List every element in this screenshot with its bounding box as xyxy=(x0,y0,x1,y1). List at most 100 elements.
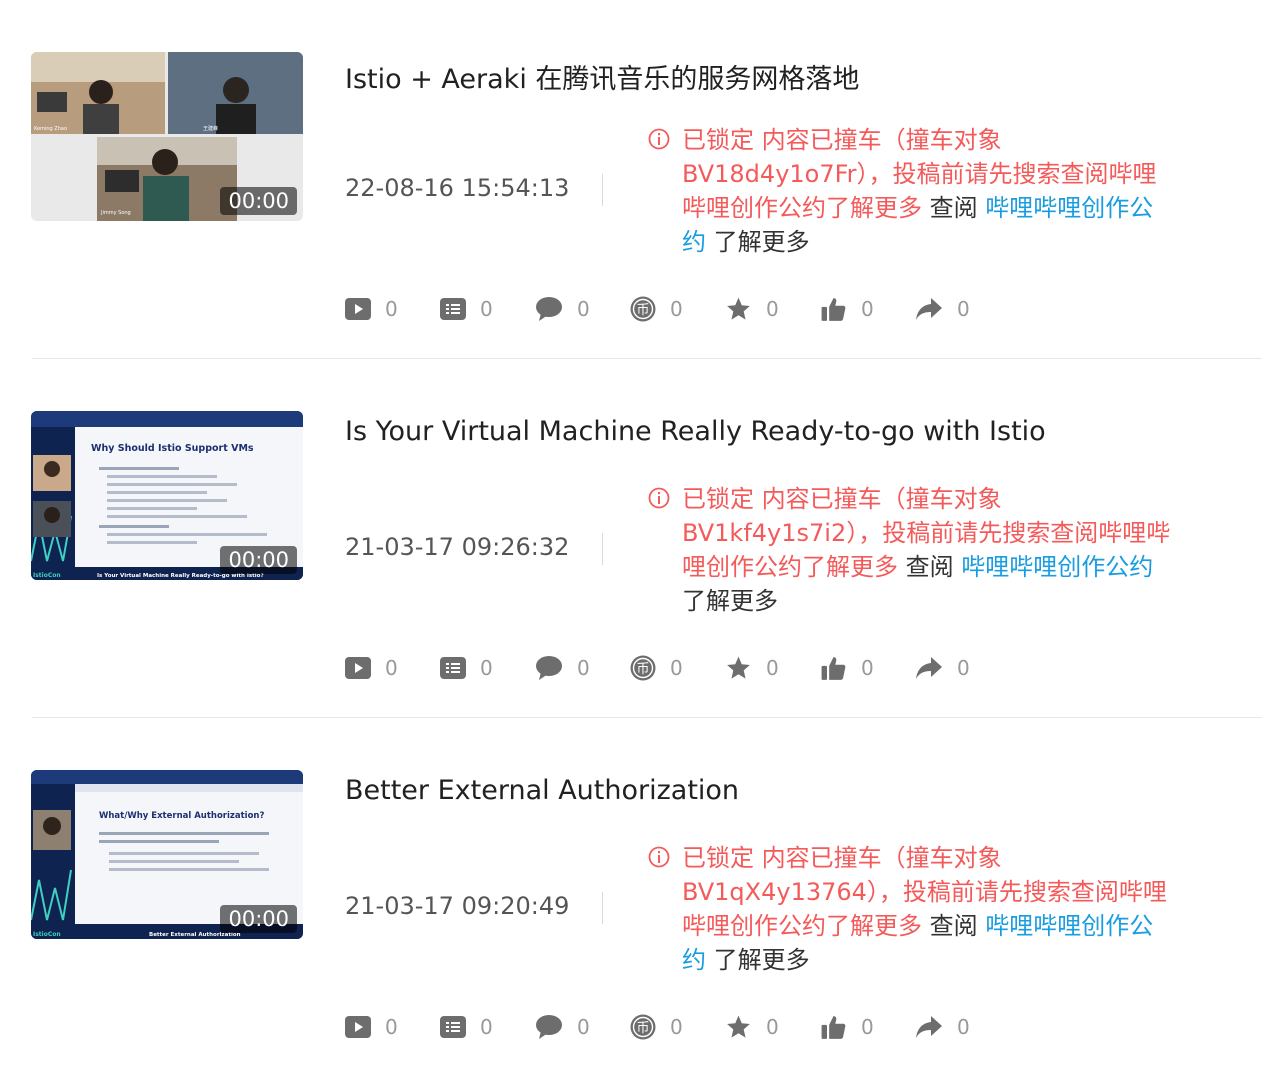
stat-coin: 币 0 xyxy=(630,653,725,683)
publish-time: 21-03-17 09:26:32 xyxy=(345,533,570,561)
share-count: 0 xyxy=(957,656,970,680)
notice-more-text: 了解更多 xyxy=(706,228,810,256)
stat-like: 0 xyxy=(820,653,915,683)
slide-title: Why Should Istio Support VMs xyxy=(91,443,254,454)
separator xyxy=(602,892,603,924)
star-icon xyxy=(727,656,750,679)
separator xyxy=(602,533,603,565)
comment-icon xyxy=(536,656,562,680)
thumbs-up-icon xyxy=(821,1016,846,1039)
slide-title: What/Why External Authorization? xyxy=(99,811,264,821)
stat-coin: 币 0 xyxy=(630,1012,725,1042)
video-duration: 00:00 xyxy=(220,187,297,215)
play-count-icon xyxy=(345,657,371,679)
publish-time: 22-08-16 15:54:13 xyxy=(345,174,570,202)
participant-label: Jimmy Song xyxy=(100,210,131,216)
star-icon xyxy=(727,297,750,320)
video-thumbnail[interactable]: Why Should Istio Support VMs IstioCon Is… xyxy=(31,411,303,580)
stat-danmaku: 0 xyxy=(440,1012,535,1042)
locked-notice: 已锁定 内容已撞车（撞车对象 BV1qX4y13764），投稿前请先搜索查阅哔哩… xyxy=(648,841,1176,977)
coin-count: 0 xyxy=(670,656,683,680)
share-icon xyxy=(916,1016,942,1038)
video-title[interactable]: Is Your Virtual Machine Really Ready-to-… xyxy=(345,416,1046,447)
video-stats: 0 0 0 币 0 0 0 0 xyxy=(345,294,1010,324)
share-count: 0 xyxy=(957,297,970,321)
video-thumbnail[interactable]: Keming Zhao 王建峰 Jimmy Song 00:00 xyxy=(31,52,303,221)
stat-like: 0 xyxy=(820,1012,915,1042)
stat-like: 0 xyxy=(820,294,915,324)
notice-check-text: 查阅 xyxy=(922,194,986,222)
stat-play: 0 xyxy=(345,1012,440,1042)
video-item: What/Why External Authorization? IstioCo… xyxy=(0,718,1262,1077)
video-duration: 00:00 xyxy=(220,546,297,574)
coin-count: 0 xyxy=(670,1015,683,1039)
stat-comment: 0 xyxy=(535,1012,630,1042)
like-count: 0 xyxy=(861,656,874,680)
notice-check-text: 查阅 xyxy=(898,553,962,581)
coin-icon: 币 xyxy=(630,655,656,681)
comment-icon xyxy=(536,1015,562,1039)
star-icon xyxy=(727,1015,750,1038)
play-count-icon xyxy=(345,1016,371,1038)
svg-text:币: 币 xyxy=(636,1021,649,1036)
stat-danmaku: 0 xyxy=(440,653,535,683)
video-list: Keming Zhao 王建峰 Jimmy Song 00:00 Istio +… xyxy=(0,0,1262,1080)
video-item: Keming Zhao 王建峰 Jimmy Song 00:00 Istio +… xyxy=(0,0,1262,359)
share-icon xyxy=(916,657,942,679)
svg-text:币: 币 xyxy=(636,662,649,677)
creation-convention-link[interactable]: 哔哩哔哩创作公约 xyxy=(961,553,1153,581)
like-count: 0 xyxy=(861,297,874,321)
coin-icon: 币 xyxy=(630,296,656,322)
stat-play: 0 xyxy=(345,294,440,324)
info-circle-icon xyxy=(648,128,670,150)
video-thumbnail[interactable]: What/Why External Authorization? IstioCo… xyxy=(31,770,303,939)
danmaku-icon xyxy=(440,657,466,679)
danmaku-icon xyxy=(440,1016,466,1038)
play-count-icon xyxy=(345,298,371,320)
info-circle-icon xyxy=(648,487,670,509)
event-logo-text: IstioCon xyxy=(33,931,61,938)
comment-count: 0 xyxy=(577,297,590,321)
danmaku-count: 0 xyxy=(480,1015,493,1039)
stat-comment: 0 xyxy=(535,294,630,324)
stat-share: 0 xyxy=(915,1012,1010,1042)
thumbs-up-icon xyxy=(821,657,846,680)
svg-text:币: 币 xyxy=(636,303,649,318)
notice-more-text: 了解更多 xyxy=(706,946,810,974)
favorite-count: 0 xyxy=(766,1015,779,1039)
video-title[interactable]: Istio + Aeraki 在腾讯音乐的服务网格落地 xyxy=(345,57,859,96)
coin-icon: 币 xyxy=(630,1014,656,1040)
stat-coin: 币 0 xyxy=(630,294,725,324)
stat-share: 0 xyxy=(915,653,1010,683)
stat-play: 0 xyxy=(345,653,440,683)
thumbs-up-icon xyxy=(821,298,846,321)
play-count: 0 xyxy=(385,656,398,680)
video-title[interactable]: Better External Authorization xyxy=(345,775,739,806)
stat-favorite: 0 xyxy=(725,653,820,683)
locked-notice: 已锁定 内容已撞车（撞车对象 BV1kf4y1s7i2），投稿前请先搜索查阅哔哩… xyxy=(648,482,1176,618)
participant-label: Keming Zhao xyxy=(34,126,67,132)
separator xyxy=(602,174,603,206)
comment-count: 0 xyxy=(577,656,590,680)
favorite-count: 0 xyxy=(766,656,779,680)
comment-icon xyxy=(536,297,562,321)
video-stats: 0 0 0 币 0 0 0 0 xyxy=(345,1012,1010,1042)
info-circle-icon xyxy=(648,846,670,868)
stat-favorite: 0 xyxy=(725,1012,820,1042)
stat-danmaku: 0 xyxy=(440,294,535,324)
event-logo-text: IstioCon xyxy=(33,572,61,579)
danmaku-icon xyxy=(440,298,466,320)
video-item: Why Should Istio Support VMs IstioCon Is… xyxy=(0,359,1262,718)
like-count: 0 xyxy=(861,1015,874,1039)
play-count: 0 xyxy=(385,1015,398,1039)
danmaku-count: 0 xyxy=(480,656,493,680)
favorite-count: 0 xyxy=(766,297,779,321)
notice-check-text: 查阅 xyxy=(922,912,986,940)
play-count: 0 xyxy=(385,297,398,321)
share-count: 0 xyxy=(957,1015,970,1039)
stat-share: 0 xyxy=(915,294,1010,324)
locked-notice: 已锁定 内容已撞车（撞车对象 BV18d4y1o7Fr），投稿前请先搜索查阅哔哩… xyxy=(648,123,1176,259)
stat-comment: 0 xyxy=(535,653,630,683)
publish-time: 21-03-17 09:20:49 xyxy=(345,892,570,920)
participant-label: 王建峰 xyxy=(203,125,218,132)
